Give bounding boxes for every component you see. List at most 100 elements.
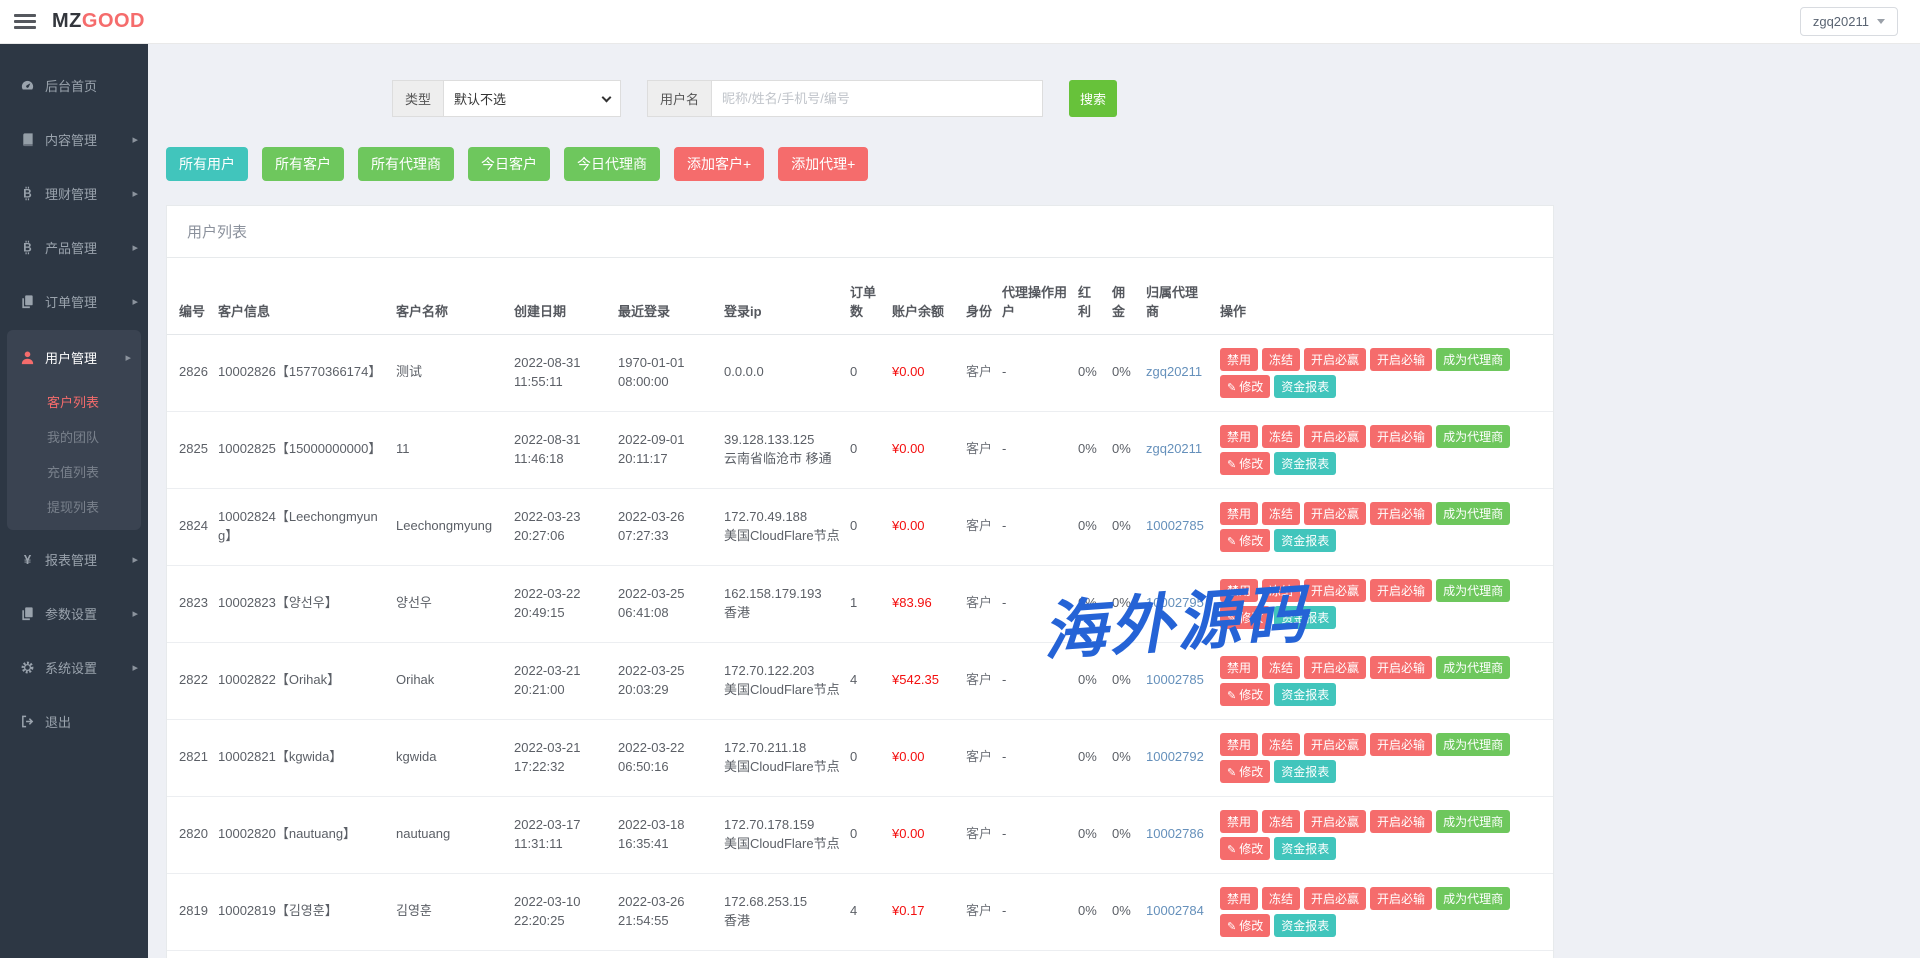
user-menu-dropdown[interactable]: zgq20211	[1800, 7, 1898, 36]
action-button-冻结[interactable]: 冻结	[1262, 887, 1300, 910]
action-button-开启必输[interactable]: 开启必输	[1370, 733, 1432, 756]
agent-link[interactable]: 10002786	[1146, 826, 1204, 841]
action-button-开启必输[interactable]: 开启必输	[1370, 425, 1432, 448]
action-button-冻结[interactable]: 冻结	[1262, 502, 1300, 525]
username-input[interactable]	[711, 80, 1043, 117]
action-button-开启必赢[interactable]: 开启必赢	[1304, 348, 1366, 371]
quick-button-今日客户[interactable]: 今日客户	[468, 147, 550, 181]
agent-link[interactable]: 10002792	[1146, 749, 1204, 764]
action-button-资金报表[interactable]: 资金报表	[1274, 683, 1336, 706]
pencil-icon: ✎	[1227, 613, 1236, 625]
action-button-修改[interactable]: ✎修改	[1220, 914, 1270, 937]
action-button-开启必输[interactable]: 开启必输	[1370, 810, 1432, 833]
agent-link[interactable]: zgq20211	[1146, 364, 1202, 379]
action-button-修改[interactable]: ✎修改	[1220, 375, 1270, 398]
action-button-开启必赢[interactable]: 开启必赢	[1304, 579, 1366, 602]
type-select[interactable]: 默认不选	[443, 80, 621, 117]
action-button-禁用[interactable]: 禁用	[1220, 887, 1258, 910]
sidebar-item-参数设置[interactable]: 参数设置▸	[0, 586, 148, 640]
action-button-修改[interactable]: ✎修改	[1220, 683, 1270, 706]
action-button-冻结[interactable]: 冻结	[1262, 733, 1300, 756]
app-logo: MZGOOD	[52, 10, 145, 33]
action-button-冻结[interactable]: 冻结	[1262, 810, 1300, 833]
action-button-开启必输[interactable]: 开启必输	[1370, 579, 1432, 602]
sidebar-subitem-客户列表[interactable]: 客户列表	[7, 384, 141, 419]
quick-button-添加代理+[interactable]: 添加代理+	[778, 147, 868, 181]
action-button-禁用[interactable]: 禁用	[1220, 348, 1258, 371]
action-button-开启必赢[interactable]: 开启必赢	[1304, 502, 1366, 525]
action-button-开启必输[interactable]: 开启必输	[1370, 887, 1432, 910]
action-button-资金报表[interactable]: 资金报表	[1274, 837, 1336, 860]
action-button-开启必输[interactable]: 开启必输	[1370, 348, 1432, 371]
quick-button-添加客户+[interactable]: 添加客户+	[674, 147, 764, 181]
agent-link[interactable]: 10002785	[1146, 672, 1204, 687]
cell-commission: 0%	[1107, 411, 1141, 488]
action-button-成为代理商[interactable]: 成为代理商	[1436, 733, 1510, 756]
cell-info: 10002818【NARUSE MANABU】	[213, 950, 391, 958]
action-button-修改[interactable]: ✎修改	[1220, 606, 1270, 629]
action-button-成为代理商[interactable]: 成为代理商	[1436, 887, 1510, 910]
action-button-成为代理商[interactable]: 成为代理商	[1436, 579, 1510, 602]
sidebar-item-理财管理[interactable]: B理财管理▸	[0, 166, 148, 220]
sidebar-item-报表管理[interactable]: ¥报表管理▸	[0, 532, 148, 586]
action-button-资金报表[interactable]: 资金报表	[1274, 452, 1336, 475]
action-button-成为代理商[interactable]: 成为代理商	[1436, 425, 1510, 448]
action-button-冻结[interactable]: 冻结	[1262, 425, 1300, 448]
action-button-开启必赢[interactable]: 开启必赢	[1304, 425, 1366, 448]
sidebar-item-系统设置[interactable]: 系统设置▸	[0, 640, 148, 694]
action-button-禁用[interactable]: 禁用	[1220, 733, 1258, 756]
action-button-禁用[interactable]: 禁用	[1220, 656, 1258, 679]
pencil-icon: ✎	[1227, 767, 1236, 779]
action-button-禁用[interactable]: 禁用	[1220, 502, 1258, 525]
action-button-成为代理商[interactable]: 成为代理商	[1436, 502, 1510, 525]
sidebar-item-用户管理[interactable]: 用户管理▸	[7, 330, 141, 384]
action-button-成为代理商[interactable]: 成为代理商	[1436, 810, 1510, 833]
action-button-修改[interactable]: ✎修改	[1220, 529, 1270, 552]
action-button-资金报表[interactable]: 资金报表	[1274, 606, 1336, 629]
quick-button-所有用户[interactable]: 所有用户	[166, 147, 248, 181]
sidebar-item-产品管理[interactable]: B产品管理▸	[0, 220, 148, 274]
cell-actions: 禁用冻结开启必赢开启必输成为代理商 ✎修改资金报表	[1215, 565, 1553, 642]
action-button-禁用[interactable]: 禁用	[1220, 810, 1258, 833]
action-button-修改[interactable]: ✎修改	[1220, 760, 1270, 783]
column-header: 操作	[1215, 258, 1553, 334]
action-button-禁用[interactable]: 禁用	[1220, 579, 1258, 602]
action-button-开启必赢[interactable]: 开启必赢	[1304, 656, 1366, 679]
action-button-开启必输[interactable]: 开启必输	[1370, 656, 1432, 679]
sidebar-subitem-充值列表[interactable]: 充值列表	[7, 454, 141, 489]
agent-link[interactable]: 10002785	[1146, 518, 1204, 533]
action-button-修改[interactable]: ✎修改	[1220, 452, 1270, 475]
action-button-冻结[interactable]: 冻结	[1262, 579, 1300, 602]
action-button-开启必输[interactable]: 开启必输	[1370, 502, 1432, 525]
action-button-资金报表[interactable]: 资金报表	[1274, 375, 1336, 398]
quick-button-所有代理商[interactable]: 所有代理商	[358, 147, 454, 181]
sidebar-subitem-提现列表[interactable]: 提现列表	[7, 489, 141, 524]
sidebar-item-退出[interactable]: 退出	[0, 694, 148, 748]
cell-agent: 10002785	[1141, 488, 1215, 565]
cell-info: 10002821【kgwida】	[213, 719, 391, 796]
action-button-资金报表[interactable]: 资金报表	[1274, 914, 1336, 937]
action-button-成为代理商[interactable]: 成为代理商	[1436, 656, 1510, 679]
action-button-开启必赢[interactable]: 开启必赢	[1304, 733, 1366, 756]
search-button[interactable]: 搜索	[1069, 80, 1117, 117]
agent-link[interactable]: 10002784	[1146, 903, 1204, 918]
action-button-冻结[interactable]: 冻结	[1262, 656, 1300, 679]
action-button-成为代理商[interactable]: 成为代理商	[1436, 348, 1510, 371]
sidebar: 后台首页内容管理▸B理财管理▸B产品管理▸订单管理▸用户管理▸客户列表我的团队充…	[0, 44, 148, 958]
action-button-修改[interactable]: ✎修改	[1220, 837, 1270, 860]
sidebar-subitem-我的团队[interactable]: 我的团队	[7, 419, 141, 454]
action-button-冻结[interactable]: 冻结	[1262, 348, 1300, 371]
action-button-禁用[interactable]: 禁用	[1220, 425, 1258, 448]
quick-button-今日代理商[interactable]: 今日代理商	[564, 147, 660, 181]
sidebar-item-内容管理[interactable]: 内容管理▸	[0, 112, 148, 166]
quick-button-所有客户[interactable]: 所有客户	[262, 147, 344, 181]
menu-toggle-icon[interactable]	[14, 11, 36, 32]
action-button-开启必赢[interactable]: 开启必赢	[1304, 887, 1366, 910]
sidebar-item-后台首页[interactable]: 后台首页	[0, 58, 148, 112]
action-button-资金报表[interactable]: 资金报表	[1274, 760, 1336, 783]
action-button-开启必赢[interactable]: 开启必赢	[1304, 810, 1366, 833]
agent-link[interactable]: zgq20211	[1146, 441, 1202, 456]
agent-link[interactable]: 10002795	[1146, 595, 1204, 610]
sidebar-item-订单管理[interactable]: 订单管理▸	[0, 274, 148, 328]
action-button-资金报表[interactable]: 资金报表	[1274, 529, 1336, 552]
